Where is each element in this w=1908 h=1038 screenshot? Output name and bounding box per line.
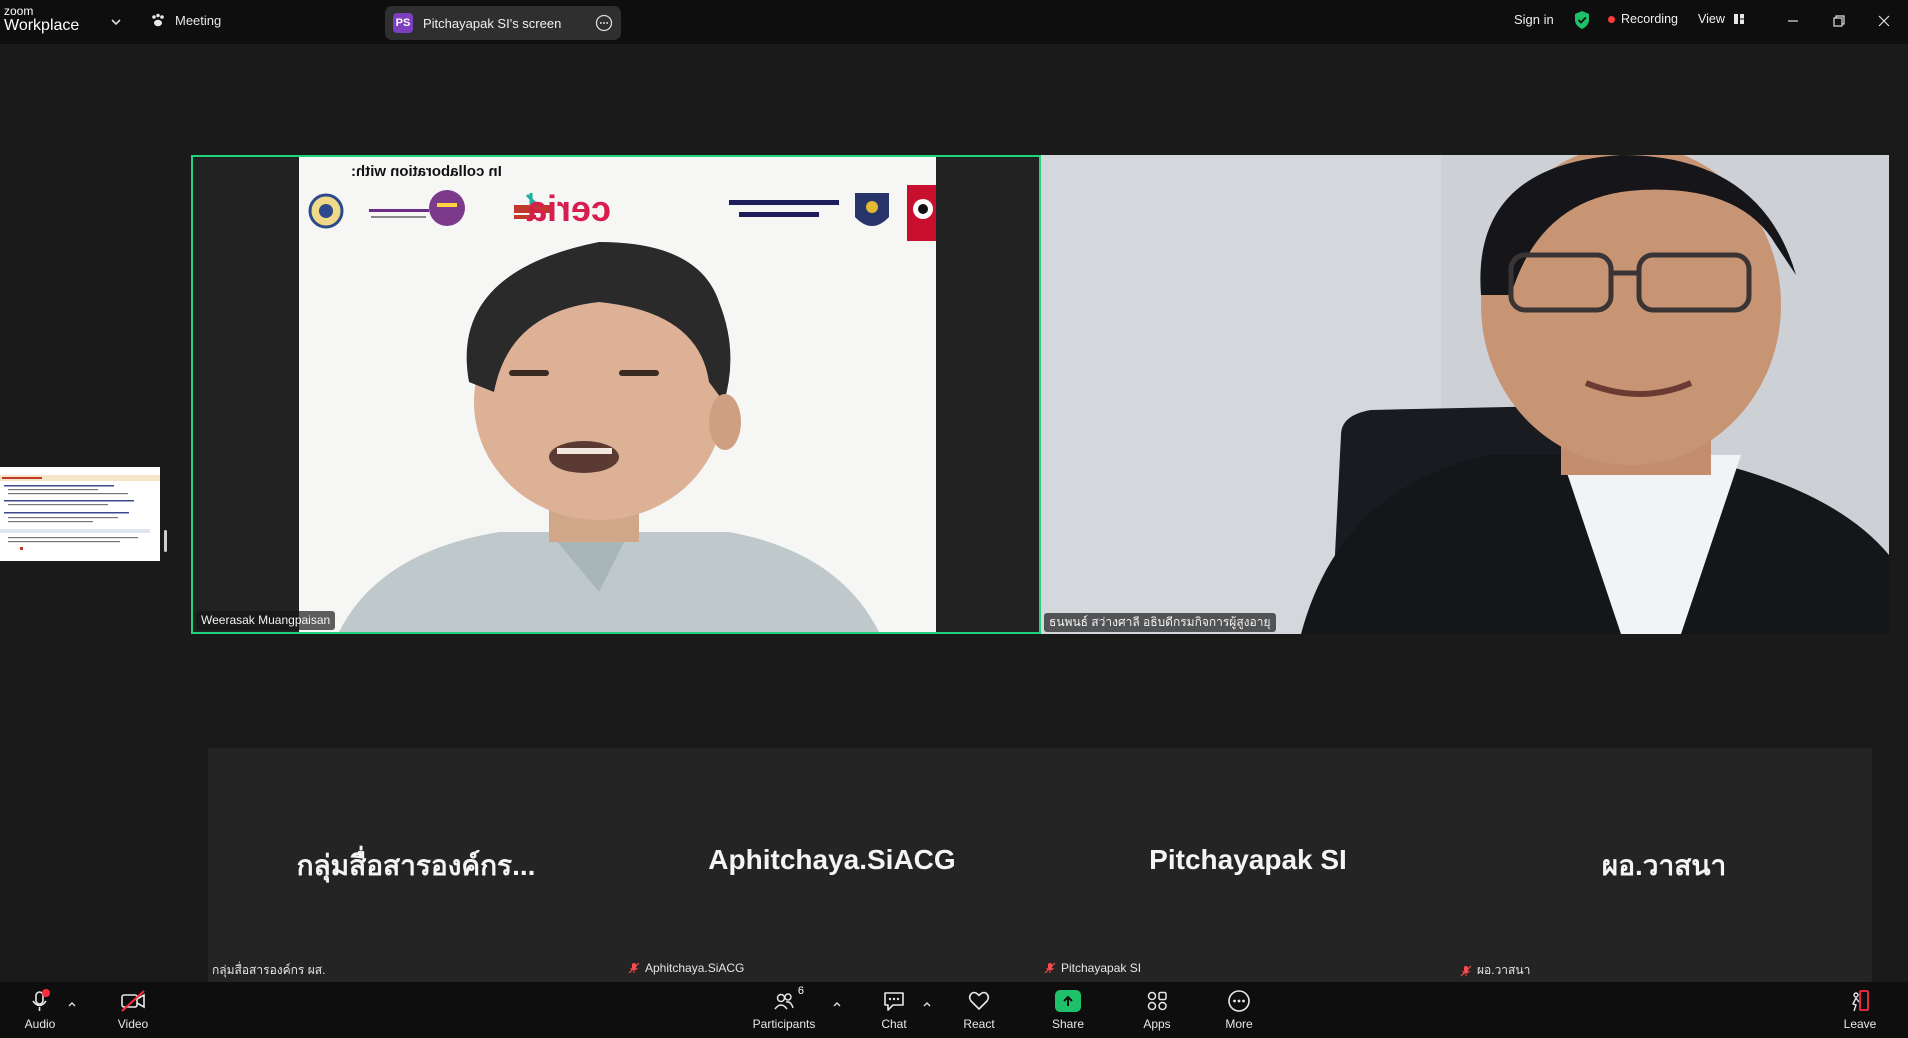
- heart-icon: [968, 991, 990, 1010]
- mic-muted-icon: [1044, 962, 1056, 974]
- microphone-icon: [32, 989, 50, 1011]
- thumbnail-resize-handle[interactable]: [164, 530, 167, 552]
- participant-tag-label: Aphitchaya.SiACG: [645, 961, 745, 975]
- apps-label: Apps: [1143, 1017, 1171, 1031]
- participant-tag-label: ผอ.วาสนา: [1477, 963, 1531, 977]
- participant-display-name: ผอ.วาสนา: [1601, 850, 1727, 881]
- document-preview-image: [0, 467, 160, 561]
- participant-video: [1041, 155, 1889, 634]
- participant-name-tag: Weerasak Muangpaisan: [196, 611, 336, 630]
- shared-screen-thumbnail[interactable]: [0, 467, 160, 561]
- participant-tile[interactable]: Pitchayapak SI Pitchayapak SI: [1040, 748, 1456, 982]
- grid-view-icon: [1733, 14, 1744, 24]
- view-button[interactable]: View: [1698, 12, 1745, 26]
- slide-collaboration-text: In collaboration with:: [351, 163, 502, 180]
- audio-options-caret-icon[interactable]: [66, 998, 78, 1010]
- apps-button[interactable]: Apps: [1122, 987, 1192, 1031]
- more-options-icon[interactable]: [595, 14, 613, 32]
- video-off-icon: [121, 990, 145, 1012]
- leave-button[interactable]: Leave: [1825, 987, 1895, 1031]
- share-button[interactable]: Share: [1033, 987, 1103, 1031]
- meeting-label: Meeting: [175, 12, 222, 28]
- restore-icon[interactable]: [1829, 11, 1849, 31]
- zoom-meeting-window: zoom Workplace Meeting PS Pitchayapak SI…: [0, 0, 1908, 1038]
- recording-indicator[interactable]: Recording: [1608, 12, 1678, 26]
- speaker-figure-image: [339, 242, 879, 632]
- chat-label: Chat: [881, 1017, 907, 1031]
- participant-name-tag: ธนพนธ์ สว่างศาลี อธิบดีกรมกิจการผู้สูงอา…: [1044, 613, 1276, 632]
- audio-label: Audio: [24, 1017, 56, 1031]
- recording-dot-icon: [1608, 15, 1615, 23]
- sharer-avatar: PS: [393, 13, 413, 33]
- title-bar: zoom Workplace Meeting PS Pitchayapak SI…: [0, 0, 1908, 44]
- chat-options-caret-icon[interactable]: [921, 998, 933, 1010]
- participant-tile[interactable]: ผอ.วาสนา ผอ.วาสนา: [1456, 748, 1872, 982]
- zoom-workplace-logo[interactable]: zoom Workplace: [4, 5, 79, 34]
- more-button[interactable]: More: [1204, 987, 1274, 1031]
- leave-label: Leave: [1843, 1017, 1877, 1031]
- participants-icon: [774, 993, 794, 1010]
- participant-tile[interactable]: กลุ่มสื่อสารองค์กร... กลุ่มสื่อสารองค์กร…: [208, 748, 624, 982]
- react-label: React: [963, 1017, 995, 1031]
- view-label: View: [1698, 12, 1725, 26]
- video-label: Video: [117, 1017, 149, 1031]
- mic-muted-icon: [628, 962, 640, 974]
- screen-share-indicator[interactable]: PS Pitchayapak SI's screen: [385, 6, 621, 40]
- audio-button[interactable]: Audio: [5, 987, 75, 1031]
- participant-name-tag: กลุ่มสื่อสารองค์กร ผส.: [212, 961, 325, 980]
- share-label: Share: [1051, 1017, 1085, 1031]
- sign-in-link[interactable]: Sign in: [1514, 12, 1554, 27]
- participant-name-tag: ผอ.วาสนา: [1460, 961, 1530, 980]
- chevron-down-icon[interactable]: [108, 14, 124, 30]
- participant-display-name: Aphitchaya.SiACG: [708, 844, 956, 875]
- chat-icon: [884, 992, 904, 1011]
- participant-display-name: กลุ่มสื่อสารองค์กร...: [296, 850, 536, 881]
- video-button[interactable]: Video: [98, 987, 168, 1031]
- brand-workplace-text: Workplace: [4, 17, 80, 34]
- paw-icon: [152, 13, 164, 27]
- recording-label: Recording: [1621, 12, 1678, 26]
- leave-door-icon: [1852, 990, 1869, 1012]
- participants-button[interactable]: 6 Participants: [749, 985, 819, 1031]
- more-icon: [1228, 990, 1250, 1012]
- share-screen-icon: [1055, 990, 1081, 1012]
- meeting-button[interactable]: Meeting: [150, 12, 221, 28]
- participant-tile[interactable]: Aphitchaya.SiACG Aphitchaya.SiACG: [624, 748, 1040, 982]
- participant-display-name: Pitchayapak SI: [1149, 844, 1347, 875]
- participant-tag-label: กลุ่มสื่อสารองค์กร ผส.: [212, 963, 326, 977]
- react-button[interactable]: React: [944, 987, 1014, 1031]
- security-shield-icon[interactable]: [1573, 10, 1591, 30]
- brand-zoom-text: zoom: [4, 4, 34, 18]
- participant-tag-label: Pitchayapak SI: [1061, 961, 1142, 975]
- participants-label: Participants: [752, 1017, 816, 1031]
- speaker-video: In collaboration with: ceria: [299, 157, 936, 632]
- participant-name-tag: Aphitchaya.SiACG: [628, 961, 744, 975]
- minimize-icon[interactable]: [1783, 11, 1803, 31]
- close-icon[interactable]: [1874, 11, 1894, 31]
- apps-icon: [1147, 991, 1167, 1011]
- svg-text:ceria: ceria: [526, 188, 611, 229]
- meeting-toolbar: Audio Video 6 Participants Chat React Sh…: [0, 982, 1908, 1038]
- mic-muted-icon: [1460, 965, 1472, 976]
- participant-gallery-strip: กลุ่มสื่อสารองค์กร... กลุ่มสื่อสารองค์กร…: [208, 748, 1872, 982]
- video-tile-participant[interactable]: ธนพนธ์ สว่างศาลี อธิบดีกรมกิจการผู้สูงอา…: [1041, 155, 1889, 634]
- screen-share-label: Pitchayapak SI's screen: [423, 15, 562, 31]
- video-tile-active-speaker[interactable]: In collaboration with: ceria Weerasak Mu…: [191, 155, 1041, 634]
- participants-options-caret-icon[interactable]: [831, 998, 843, 1010]
- chat-button[interactable]: Chat: [859, 987, 929, 1031]
- participant-name-tag: Pitchayapak SI: [1044, 961, 1141, 975]
- participants-count: 6: [797, 985, 804, 997]
- more-label: More: [1225, 1017, 1253, 1031]
